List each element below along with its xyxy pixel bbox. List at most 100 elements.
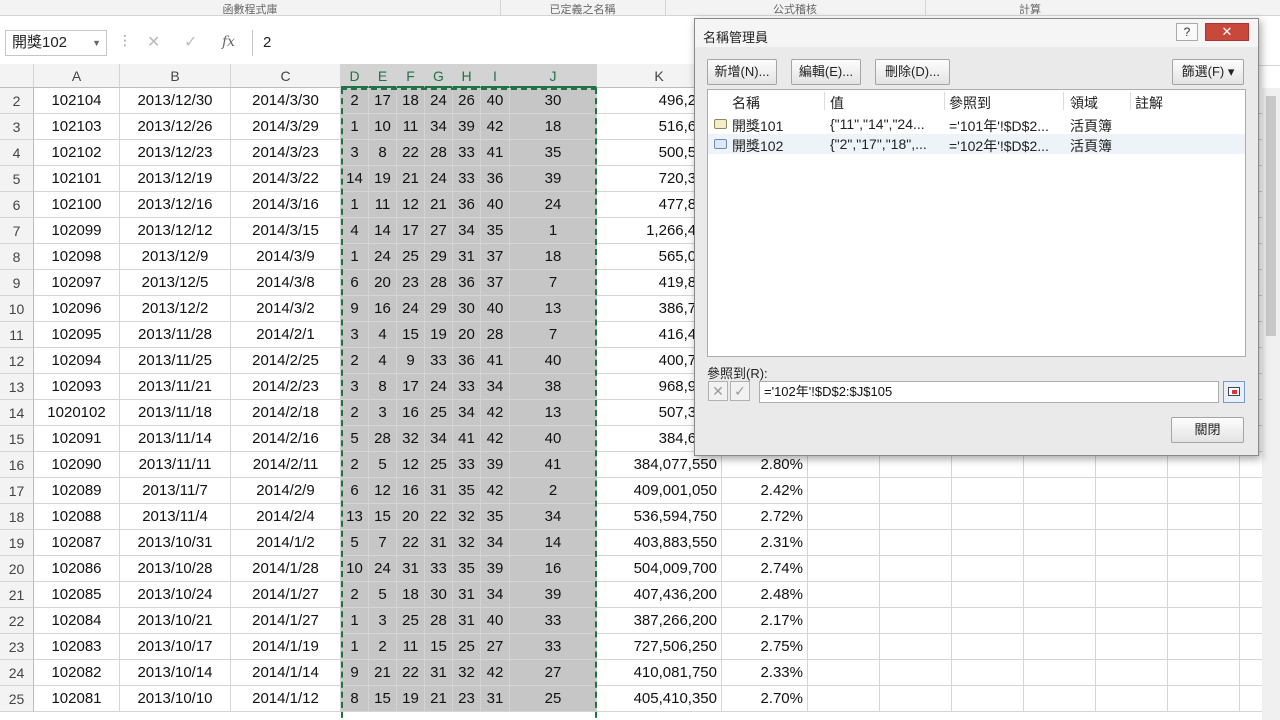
cell-empty[interactable] [1096, 478, 1168, 504]
cell-h[interactable]: 33 [453, 452, 481, 478]
cell-d[interactable]: 4 [341, 218, 369, 244]
cell-a[interactable]: 102093 [34, 374, 120, 400]
cell-h[interactable]: 32 [453, 504, 481, 530]
cell-g[interactable]: 31 [425, 478, 453, 504]
row-header[interactable]: 2 [0, 88, 34, 114]
cell-a[interactable]: 102083 [34, 634, 120, 660]
cell-e[interactable]: 5 [369, 452, 397, 478]
cell-empty[interactable] [952, 556, 1024, 582]
cell-e[interactable]: 8 [369, 374, 397, 400]
cell-h[interactable]: 30 [453, 296, 481, 322]
cell-a[interactable]: 102095 [34, 322, 120, 348]
cell-i[interactable]: 34 [481, 582, 510, 608]
cell-empty[interactable] [880, 478, 952, 504]
cell-k[interactable]: 403,883,550 [597, 530, 722, 556]
cell-b[interactable]: 2013/12/26 [120, 114, 231, 140]
cell-d[interactable]: 8 [341, 686, 369, 712]
cell-i[interactable]: 42 [481, 478, 510, 504]
cell-empty[interactable] [1096, 660, 1168, 686]
cell-j[interactable]: 7 [510, 270, 597, 296]
cell-h[interactable]: 31 [453, 582, 481, 608]
cell-d[interactable]: 2 [341, 88, 369, 114]
cell-h[interactable]: 32 [453, 660, 481, 686]
cell-empty[interactable] [1096, 556, 1168, 582]
cell-empty[interactable] [1168, 556, 1240, 582]
cell-h[interactable]: 35 [453, 556, 481, 582]
new-name-button[interactable]: 新增(N)... [707, 59, 777, 85]
cell-a[interactable]: 102100 [34, 192, 120, 218]
name-manager-dialog[interactable]: 名稱管理員 ? ✕ 新增(N)... 編輯(E)... 刪除(D)... 篩選(… [694, 18, 1259, 456]
cell-empty[interactable] [1168, 660, 1240, 686]
cell-f[interactable]: 11 [397, 634, 425, 660]
cell-l[interactable]: 2.42% [722, 478, 808, 504]
cell-c[interactable]: 2014/2/4 [231, 504, 341, 530]
cell-empty[interactable] [1096, 686, 1168, 712]
row-header[interactable]: 23 [0, 634, 34, 660]
cell-j[interactable]: 41 [510, 452, 597, 478]
cell-g[interactable]: 24 [425, 88, 453, 114]
cell-empty[interactable] [880, 686, 952, 712]
cell-empty[interactable] [1168, 686, 1240, 712]
grip-icon[interactable]: ⋮ [118, 32, 132, 49]
cell-e[interactable]: 11 [369, 192, 397, 218]
cell-a[interactable]: 102086 [34, 556, 120, 582]
cell-e[interactable]: 3 [369, 608, 397, 634]
cell-empty[interactable] [1168, 608, 1240, 634]
row-header[interactable]: 22 [0, 608, 34, 634]
cell-j[interactable]: 35 [510, 140, 597, 166]
cell-f[interactable]: 15 [397, 322, 425, 348]
cell-d[interactable]: 5 [341, 426, 369, 452]
help-button[interactable]: ? [1176, 23, 1198, 41]
cell-a[interactable]: 102091 [34, 426, 120, 452]
cell-k[interactable]: 504,009,700 [597, 556, 722, 582]
cell-b[interactable]: 2013/12/16 [120, 192, 231, 218]
cell-b[interactable]: 2013/10/21 [120, 608, 231, 634]
cell-j[interactable]: 39 [510, 166, 597, 192]
row-header[interactable]: 13 [0, 374, 34, 400]
row-header[interactable]: 9 [0, 270, 34, 296]
cell-empty[interactable] [1024, 608, 1096, 634]
cell-d[interactable]: 1 [341, 244, 369, 270]
header-value[interactable]: 值 [830, 93, 844, 113]
cell-d[interactable]: 2 [341, 348, 369, 374]
cell-empty[interactable] [1024, 530, 1096, 556]
cell-empty[interactable] [952, 530, 1024, 556]
cell-k[interactable]: 727,506,250 [597, 634, 722, 660]
cell-g[interactable]: 28 [425, 140, 453, 166]
cell-i[interactable]: 39 [481, 452, 510, 478]
cell-d[interactable]: 2 [341, 582, 369, 608]
names-list[interactable]: 名稱 值 參照到 領域 註解 開獎101 {"11","14","24... =… [707, 89, 1246, 357]
close-icon[interactable]: ✕ [147, 32, 160, 52]
cell-e[interactable]: 8 [369, 140, 397, 166]
cell-a[interactable]: 102097 [34, 270, 120, 296]
cell-j[interactable]: 16 [510, 556, 597, 582]
select-all-corner[interactable] [0, 64, 34, 88]
cell-j[interactable]: 18 [510, 114, 597, 140]
cell-c[interactable]: 2014/1/27 [231, 582, 341, 608]
cell-a[interactable]: 102087 [34, 530, 120, 556]
cell-j[interactable]: 39 [510, 582, 597, 608]
cell-j[interactable]: 40 [510, 348, 597, 374]
cell-f[interactable]: 25 [397, 244, 425, 270]
cell-d[interactable]: 14 [341, 166, 369, 192]
cell-empty[interactable] [1168, 504, 1240, 530]
header-comment[interactable]: 註解 [1135, 93, 1163, 113]
cell-e[interactable]: 16 [369, 296, 397, 322]
cell-i[interactable]: 28 [481, 322, 510, 348]
column-header-j[interactable]: J [510, 64, 597, 88]
cell-c[interactable]: 2014/3/23 [231, 140, 341, 166]
cell-e[interactable]: 15 [369, 504, 397, 530]
column-header-c[interactable]: C [231, 64, 341, 88]
cell-f[interactable]: 25 [397, 608, 425, 634]
cell-g[interactable]: 21 [425, 686, 453, 712]
cell-empty[interactable] [1168, 530, 1240, 556]
cell-c[interactable]: 2014/1/2 [231, 530, 341, 556]
cell-empty[interactable] [808, 582, 880, 608]
row-header[interactable]: 12 [0, 348, 34, 374]
row-header[interactable]: 4 [0, 140, 34, 166]
cell-b[interactable]: 2013/11/7 [120, 478, 231, 504]
cell-c[interactable]: 2014/2/9 [231, 478, 341, 504]
cell-i[interactable]: 41 [481, 140, 510, 166]
cell-e[interactable]: 24 [369, 556, 397, 582]
cell-l[interactable]: 2.33% [722, 660, 808, 686]
